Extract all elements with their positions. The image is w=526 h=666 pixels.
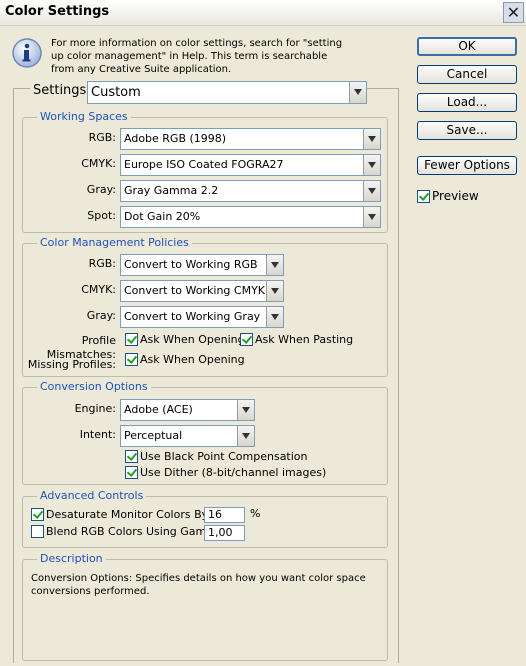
pol-rgb-dropdown[interactable]: Convert to Working RGB bbox=[120, 254, 284, 276]
desaturate-unit: % bbox=[250, 507, 261, 520]
ws-spot-dropdown[interactable]: Dot Gain 20% bbox=[120, 206, 381, 228]
pol-gray-label: Gray: bbox=[86, 309, 116, 322]
black-point-checkbox[interactable] bbox=[125, 450, 138, 463]
desaturate-checkbox[interactable] bbox=[31, 508, 44, 521]
settings-label: Settings: bbox=[30, 83, 94, 98]
chevron-down-icon[interactable] bbox=[363, 207, 380, 227]
ok-button[interactable]: OK bbox=[417, 37, 517, 56]
engine-value: Adobe (ACE) bbox=[124, 403, 193, 416]
pol-cmyk-label: CMYK: bbox=[81, 283, 116, 296]
description-group: Description Conversion Options: Specifie… bbox=[22, 552, 388, 661]
engine-dropdown[interactable]: Adobe (ACE) bbox=[120, 399, 255, 421]
mismatch-ask-pasting-label: Ask When Pasting bbox=[255, 333, 354, 346]
settings-value: Custom bbox=[91, 85, 141, 100]
desaturate-input[interactable]: 16 bbox=[204, 507, 245, 523]
pol-rgb-label: RGB: bbox=[88, 257, 116, 270]
ws-rgb-dropdown[interactable]: Adobe RGB (1998) bbox=[120, 128, 381, 150]
title-bar: Color Settings ✕ bbox=[0, 0, 526, 26]
mismatch-ask-opening-checkbox[interactable] bbox=[125, 333, 138, 346]
chevron-down-icon[interactable] bbox=[266, 255, 283, 275]
fewer-options-button[interactable]: Fewer Options bbox=[417, 156, 517, 175]
preview-label: Preview bbox=[432, 189, 479, 203]
ws-gray-value: Gray Gamma 2.2 bbox=[124, 184, 219, 197]
chevron-down-icon[interactable] bbox=[237, 400, 254, 420]
working-spaces-title: Working Spaces bbox=[37, 110, 131, 123]
missing-profiles-label: Missing Profiles: bbox=[27, 358, 116, 371]
info-text: For more information on color settings, … bbox=[51, 38, 343, 75]
pol-gray-value: Convert to Working Gray bbox=[124, 310, 261, 323]
mismatch-ask-opening-label: Ask When Opening bbox=[140, 333, 245, 346]
close-icon[interactable]: ✕ bbox=[503, 2, 524, 23]
save-button[interactable]: Save... bbox=[417, 121, 517, 140]
ws-rgb-label: RGB: bbox=[88, 131, 116, 144]
chevron-down-icon[interactable] bbox=[363, 181, 380, 201]
ws-cmyk-value: Europe ISO Coated FOGRA27 bbox=[124, 158, 284, 171]
description-title: Description bbox=[37, 552, 106, 565]
policies-title: Color Management Policies bbox=[37, 236, 192, 249]
blend-gamma-checkbox[interactable] bbox=[31, 525, 44, 538]
intent-label: Intent: bbox=[79, 428, 116, 441]
load-button[interactable]: Load... bbox=[417, 93, 517, 112]
missing-ask-opening-label: Ask When Opening bbox=[140, 353, 245, 366]
intent-dropdown[interactable]: Perceptual bbox=[120, 425, 255, 447]
engine-label: Engine: bbox=[74, 402, 116, 415]
advanced-title: Advanced Controls bbox=[37, 489, 147, 502]
info-icon bbox=[11, 37, 44, 70]
chevron-down-icon[interactable] bbox=[349, 82, 366, 103]
chevron-down-icon[interactable] bbox=[266, 281, 283, 301]
black-point-label: Use Black Point Compensation bbox=[140, 450, 308, 463]
ws-cmyk-label: CMYK: bbox=[81, 157, 116, 170]
pol-cmyk-value: Convert to Working CMYK bbox=[124, 284, 265, 297]
pol-gray-dropdown[interactable]: Convert to Working Gray bbox=[120, 306, 284, 328]
ws-gray-dropdown[interactable]: Gray Gamma 2.2 bbox=[120, 180, 381, 202]
blend-gamma-input[interactable]: 1,00 bbox=[204, 525, 245, 541]
settings-dropdown[interactable]: Custom bbox=[87, 81, 367, 104]
preview-checkbox[interactable] bbox=[417, 190, 430, 203]
chevron-down-icon[interactable] bbox=[266, 307, 283, 327]
window-title: Color Settings bbox=[5, 4, 110, 19]
dither-checkbox[interactable] bbox=[125, 466, 138, 479]
missing-ask-opening-checkbox[interactable] bbox=[125, 353, 138, 366]
ws-spot-value: Dot Gain 20% bbox=[124, 210, 201, 223]
chevron-down-icon[interactable] bbox=[363, 129, 380, 149]
pol-cmyk-dropdown[interactable]: Convert to Working CMYK bbox=[120, 280, 284, 302]
desaturate-label: Desaturate Monitor Colors By: bbox=[46, 508, 212, 521]
chevron-down-icon[interactable] bbox=[363, 155, 380, 175]
pol-rgb-value: Convert to Working RGB bbox=[124, 258, 258, 271]
ws-spot-label: Spot: bbox=[87, 209, 116, 222]
ws-cmyk-dropdown[interactable]: Europe ISO Coated FOGRA27 bbox=[120, 154, 381, 176]
blend-gamma-label: Blend RGB Colors Using Gamma: bbox=[46, 525, 228, 538]
cancel-button[interactable]: Cancel bbox=[417, 65, 517, 84]
ws-gray-label: Gray: bbox=[86, 183, 116, 196]
intent-value: Perceptual bbox=[124, 429, 183, 442]
ws-rgb-value: Adobe RGB (1998) bbox=[124, 132, 227, 145]
chevron-down-icon[interactable] bbox=[237, 426, 254, 446]
description-text: Conversion Options: Specifies details on… bbox=[31, 573, 366, 597]
dither-label: Use Dither (8-bit/channel images) bbox=[140, 466, 327, 479]
conversion-title: Conversion Options bbox=[37, 380, 151, 393]
mismatch-ask-pasting-checkbox[interactable] bbox=[240, 333, 253, 346]
